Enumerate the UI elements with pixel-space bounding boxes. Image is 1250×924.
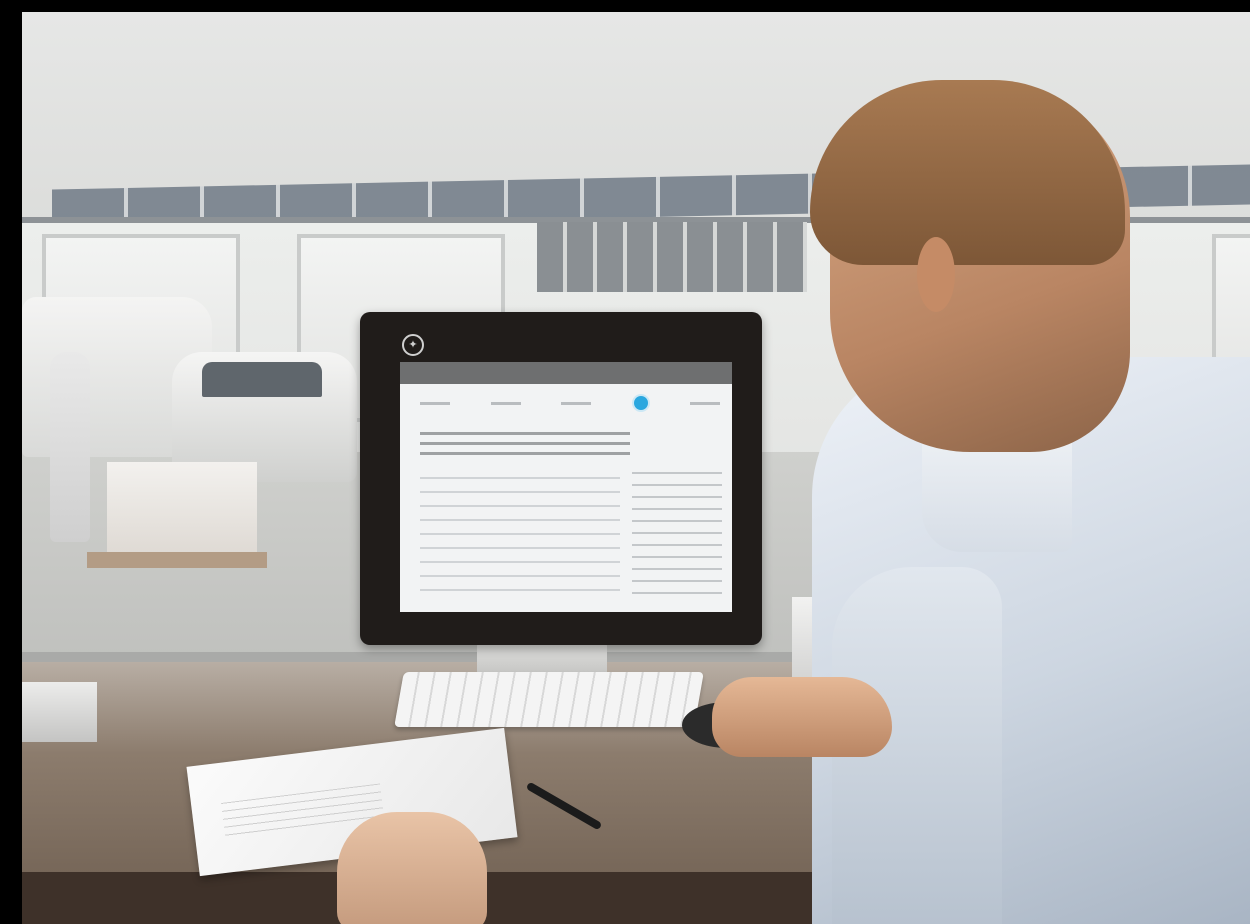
device-left xyxy=(22,682,97,742)
monitor-screen xyxy=(400,362,732,612)
keyboard xyxy=(394,672,704,727)
brand-star-icon: ✦ xyxy=(402,334,424,356)
screen-form-area xyxy=(420,477,620,592)
screen-header-bar xyxy=(400,362,732,384)
step-active-marker xyxy=(631,394,650,412)
screen-side-panel xyxy=(632,472,722,602)
pallet xyxy=(87,552,267,568)
building-windows xyxy=(537,222,807,292)
step-marker xyxy=(490,401,521,405)
car-windshield xyxy=(202,362,322,397)
man-ear xyxy=(917,237,955,312)
boxes-on-pallet xyxy=(107,462,257,557)
photo-scene: ✦ xyxy=(0,0,1250,924)
step-marker xyxy=(561,401,591,405)
office-photo: ✦ xyxy=(22,12,1250,924)
screen-heading-text xyxy=(420,432,630,462)
man-hand-on-mouse xyxy=(712,677,892,757)
worker-figure xyxy=(50,352,90,542)
step-marker xyxy=(690,401,720,405)
left-hand-holding-paper xyxy=(337,812,487,924)
step-marker xyxy=(420,401,450,405)
monitor: ✦ xyxy=(360,312,762,645)
screen-step-indicator xyxy=(420,394,720,412)
